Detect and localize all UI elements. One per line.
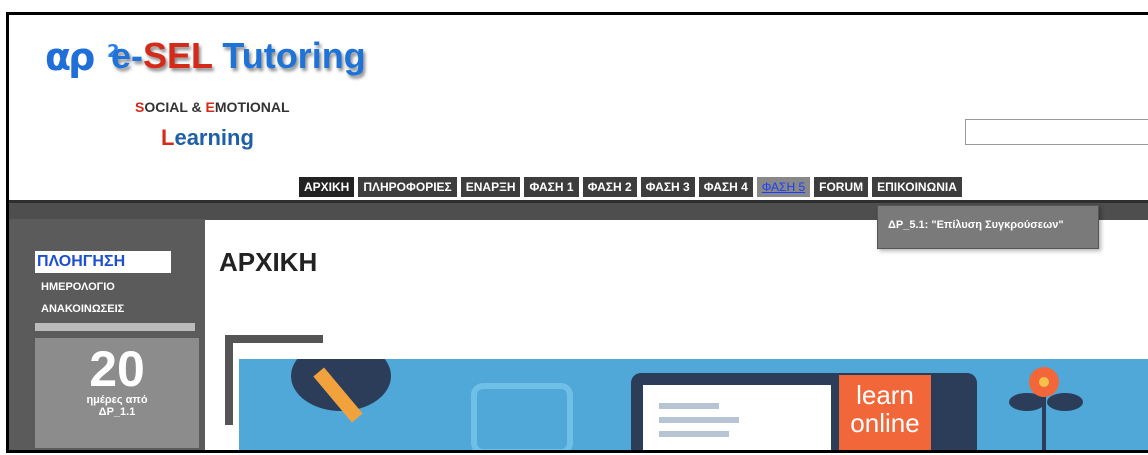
days-reference: ΔΡ_1.1 [98, 406, 136, 418]
days-counter: 20 ημέρες από ΔΡ_1.1 [35, 338, 199, 448]
title-e: e- [111, 35, 144, 76]
banner-decoration [471, 383, 573, 450]
nav-item-phase-2[interactable]: ΦΑΣΗ 2 [582, 177, 637, 197]
learning-l: L [161, 125, 175, 150]
learn-online-banner: learn online [239, 359, 1148, 450]
page-title: ΑΡΧΙΚΗ [219, 247, 318, 277]
nav-item-phase-4[interactable]: ΦΑΣΗ 4 [698, 177, 753, 197]
nav-item-phase-3[interactable]: ΦΑΣΗ 3 [640, 177, 695, 197]
phase-5-dropdown: ΔΡ_5.1: "Επίλυση Συγκρούσεων" [877, 205, 1099, 249]
nav-item-phase-5[interactable]: ΦΑΣΗ 5 [756, 177, 811, 197]
nav-item-contact[interactable]: ΕΠΙΚΟΙΝΩΝΙΑ [872, 177, 962, 197]
flower-leaf [1047, 393, 1083, 411]
book-line [659, 403, 719, 409]
page-frame: αρ 2 e-SEL Tutoring SOCIAL & EMOTIONAL L… [6, 12, 1148, 453]
learning-rest: earning [174, 125, 254, 150]
banner-text-online: online [850, 408, 920, 438]
subtitle-s: S [135, 99, 145, 115]
nav-item-phase-1[interactable]: ΦΑΣΗ 1 [524, 177, 579, 197]
sidebar-separator [35, 323, 195, 331]
search-input[interactable] [965, 119, 1148, 145]
subtitle-ocial: OCIAL & [144, 99, 206, 115]
book-line [659, 431, 729, 437]
left-sidebar: ΠΛΟΗΓΗΣΗ ΗΜΕΡΟΛΟΓΙΟ ΑΝΑΚΟΙΝΩΣΕΙΣ 20 ημέρ… [9, 219, 205, 450]
nav-item-info[interactable]: ΠΛΗΡΟΦΟΡΙΕΣ [358, 177, 457, 197]
nav-item-start[interactable]: ΕΝΑΡΞΗ [460, 177, 521, 197]
title-sel: SEL [143, 35, 213, 76]
dropdown-item-dr-5-1[interactable]: ΔΡ_5.1: "Επίλυση Συγκρούσεων" [888, 219, 1064, 231]
site-learning: Learning [161, 125, 254, 151]
flower-center [1039, 377, 1049, 387]
site-subtitle: SOCIAL & EMOTIONAL [135, 99, 290, 115]
banner-text-learn: learn [856, 380, 914, 410]
subtitle-motional: MOTIONAL [214, 99, 290, 115]
days-label: ημέρες από [86, 394, 148, 406]
logo-ap: αρ [45, 35, 95, 79]
learn-online-label: learn online [839, 375, 931, 450]
main-nav: ΑΡΧΙΚΗ ΠΛΗΡΟΦΟΡΙΕΣ ΕΝΑΡΞΗ ΦΑΣΗ 1 ΦΑΣΗ 2 … [299, 177, 962, 197]
sidebar-link-calendar[interactable]: ΗΜΕΡΟΛΟΓΙΟ [41, 281, 115, 293]
days-number: 20 [89, 341, 145, 397]
subtitle-e: E [205, 99, 215, 115]
nav-item-home[interactable]: ΑΡΧΙΚΗ [299, 177, 355, 197]
sidebar-heading: ΠΛΟΗΓΗΣΗ [35, 251, 171, 273]
nav-item-forum[interactable]: FORUM [814, 177, 869, 197]
sidebar-link-announcements[interactable]: ΑΝΑΚΟΙΝΩΣΕΙΣ [41, 303, 124, 315]
title-tutoring: Tutoring [212, 35, 366, 76]
book-line [659, 417, 739, 423]
site-title[interactable]: e-SEL Tutoring [111, 35, 366, 77]
